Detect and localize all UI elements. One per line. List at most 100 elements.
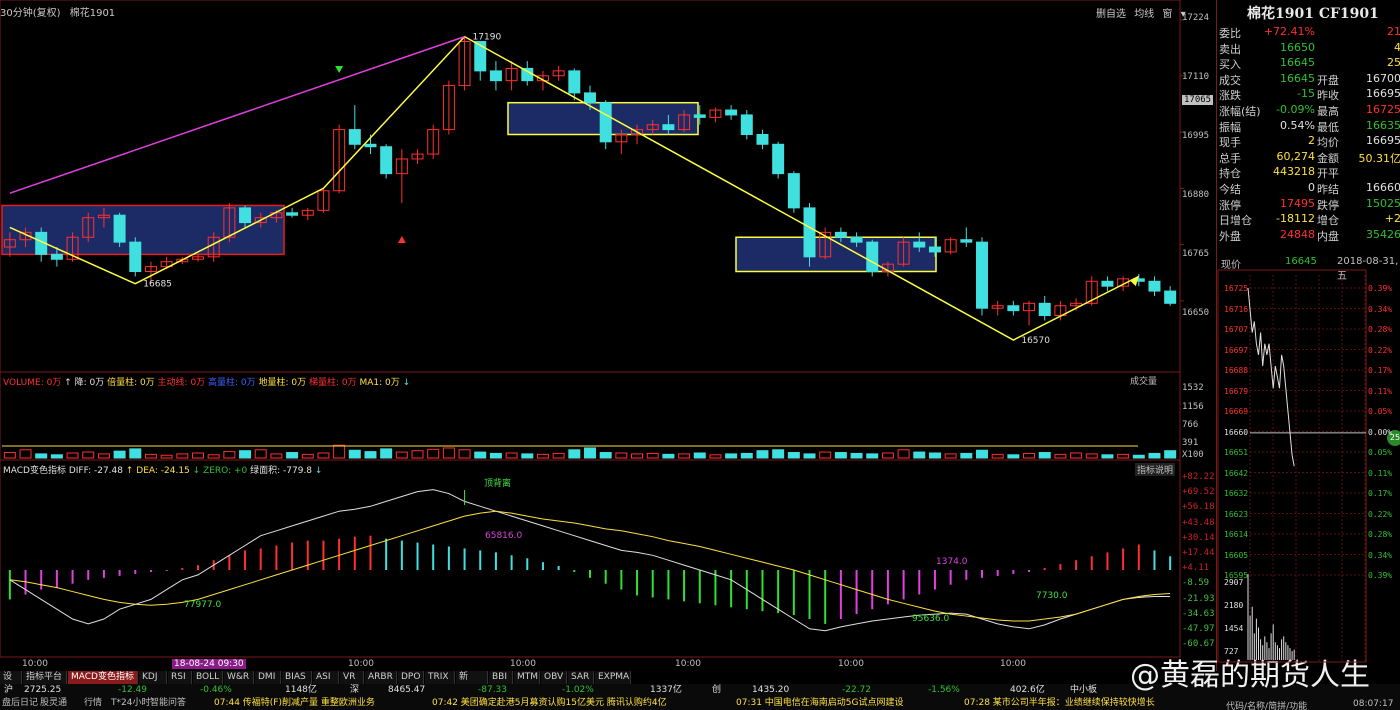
- tab-bbi[interactable]: BBI: [489, 671, 513, 684]
- intraday-tick: 0.34%: [1368, 550, 1393, 560]
- price-tick: 16995: [1182, 131, 1210, 141]
- volume-bar: [1085, 453, 1098, 459]
- tab-kdj[interactable]: KDJ: [139, 671, 167, 684]
- tab-vr[interactable]: VR: [340, 671, 364, 684]
- news-headline[interactable]: 07:28 某市公司半年报：业绩继续保持较快增长: [964, 697, 1155, 710]
- intraday-tick: 16725: [1224, 284, 1249, 293]
- quote-v2: 16695: [1366, 87, 1400, 101]
- tab--dma[interactable]: 新DMA: [456, 671, 488, 695]
- chart-canvas[interactable]: 17190 16685 16570: [0, 0, 1216, 672]
- quote-v2: 15025: [1366, 196, 1400, 210]
- candle-body: [662, 124, 675, 131]
- news-bar: 盘后日记 股灵通 行情 T*24小时 智能问答 07:44 传福特(F)削减产量 重整欧洲…: [0, 697, 1400, 710]
- volume-bar: [725, 453, 738, 459]
- tab-sar[interactable]: SAR: [568, 671, 594, 684]
- quote-l2: 昨收: [1317, 89, 1339, 103]
- tab--[interactable]: 指标平台: [23, 671, 67, 684]
- index-value: -12.49: [118, 685, 148, 695]
- volume-bar: [740, 452, 753, 459]
- macd-tick: +4.11: [1182, 563, 1210, 574]
- quote-v1: -0.09%: [1276, 103, 1315, 116]
- quote-l2: 开盘: [1317, 73, 1339, 87]
- tab-expma[interactable]: EXPMA: [595, 671, 631, 684]
- tab-dpo[interactable]: DPO: [398, 671, 424, 684]
- price-tick: 17110: [1182, 72, 1210, 82]
- quote-v2: 16700: [1366, 71, 1400, 85]
- quote-row: 今结 0 昨结 16660: [1219, 181, 1400, 197]
- watermark: @黄磊的期货人生: [1130, 658, 1370, 693]
- volume-bar: [223, 451, 236, 459]
- volume-legend-item: ↑ 降: 0万: [64, 378, 108, 388]
- volume-bar: [819, 451, 832, 459]
- quote-l1: 委比: [1219, 27, 1241, 40]
- tab-mtm[interactable]: MTM: [514, 671, 540, 684]
- candle-body: [803, 207, 816, 258]
- index-value: 深: [350, 685, 360, 695]
- quote-v2: 16635: [1366, 118, 1400, 132]
- tab-boll[interactable]: BOLL: [193, 671, 223, 684]
- news-headline[interactable]: 07:44 传福特(F)削减产量 重整欧洲业务: [214, 697, 375, 710]
- time-label: 10:00: [348, 659, 374, 669]
- quote-row: 买入 16645 25: [1219, 56, 1400, 72]
- top-divergence-label: 顶背离: [484, 479, 512, 489]
- tab-macd-[interactable]: MACD变色指标: [68, 671, 138, 684]
- news-tab[interactable]: 智能问答: [150, 697, 186, 710]
- candle-body: [1101, 280, 1114, 287]
- tab-trix[interactable]: TRIX: [425, 671, 455, 684]
- quote-l2: 跌停: [1317, 198, 1339, 212]
- quote-l2: 昨结: [1317, 183, 1339, 196]
- intraday-tick: 0.28%: [1368, 325, 1393, 334]
- tab-w-r[interactable]: W&R: [224, 671, 254, 684]
- candle-body: [599, 102, 612, 143]
- period-label[interactable]: 30分钟(复权): [0, 8, 61, 19]
- volume-bar: [1148, 452, 1161, 459]
- volume-type-label[interactable]: 成交量: [1130, 374, 1157, 387]
- macd-tick: +30.14: [1182, 532, 1215, 543]
- candle-body: [1148, 280, 1161, 292]
- volume-bar: [317, 452, 330, 459]
- tab-dmi[interactable]: DMI: [255, 671, 281, 684]
- volume-bar: [646, 452, 659, 459]
- quote-title: 棉花1901 CF1901: [1247, 6, 1379, 22]
- candle-body: [850, 236, 863, 243]
- symbol-label: 棉花1901: [69, 8, 116, 19]
- index-value: 创: [712, 685, 722, 695]
- tab-asi[interactable]: ASI: [313, 671, 339, 684]
- tab-obv[interactable]: OBV: [541, 671, 567, 684]
- quote-v1: +72.41%: [1263, 25, 1315, 38]
- command-input[interactable]: 代码/名称/简拼/功能: [1226, 699, 1307, 710]
- window-button[interactable]: 窗: [1162, 9, 1172, 20]
- chart-tools: 删自选 均线 窗 ▾: [1096, 5, 1191, 20]
- now-price-label: 现价: [1221, 260, 1241, 271]
- quote-row: 委比 +72.41% 21: [1219, 25, 1400, 41]
- news-tab[interactable]: 股灵通: [40, 697, 67, 710]
- quote-row: 总手 60,274 金额 50.31亿: [1219, 150, 1400, 166]
- volume-bar: [803, 453, 816, 459]
- remove-favorite-button[interactable]: 删自选: [1096, 9, 1126, 20]
- volume-bar: [897, 449, 910, 459]
- indicator-explain-button[interactable]: 指标说明: [1135, 463, 1176, 476]
- intraday-tick: 16660: [1224, 427, 1249, 437]
- volume-bar: [662, 453, 675, 459]
- quote-v1: 24848: [1280, 227, 1315, 241]
- volume-bar: [129, 448, 142, 459]
- ma-button[interactable]: 均线: [1134, 9, 1154, 20]
- news-tab[interactable]: 行情: [84, 697, 102, 710]
- tab-arbr[interactable]: ARBR: [365, 671, 397, 684]
- news-tab[interactable]: T*24小时: [111, 697, 150, 710]
- quote-l2: 金额: [1317, 151, 1339, 165]
- volume-bar: [678, 453, 691, 459]
- macd-legend-item: MACD变色指标 DIFF: -27.48: [3, 466, 126, 476]
- volume-bar: [599, 452, 612, 459]
- tab-rsi[interactable]: RSI: [168, 671, 192, 684]
- candle-body: [489, 70, 502, 82]
- tab-bias[interactable]: BIAS: [282, 671, 312, 684]
- quote-l1: 涨跌: [1219, 89, 1241, 103]
- news-tab[interactable]: 盘后日记: [2, 697, 38, 710]
- macd-tick: -60.67: [1182, 639, 1215, 650]
- intraday-volume-tick: 1454: [1224, 624, 1244, 633]
- news-headline[interactable]: 07:42 美团确定赴港5月募资认购15亿美元 腾讯认购约4亿: [432, 697, 667, 710]
- news-headline[interactable]: 07:31 中国电信在海南启动5G试点网建设: [736, 697, 904, 710]
- tab--[interactable]: 设置: [0, 671, 22, 695]
- volume-tick: 1532: [1182, 383, 1204, 393]
